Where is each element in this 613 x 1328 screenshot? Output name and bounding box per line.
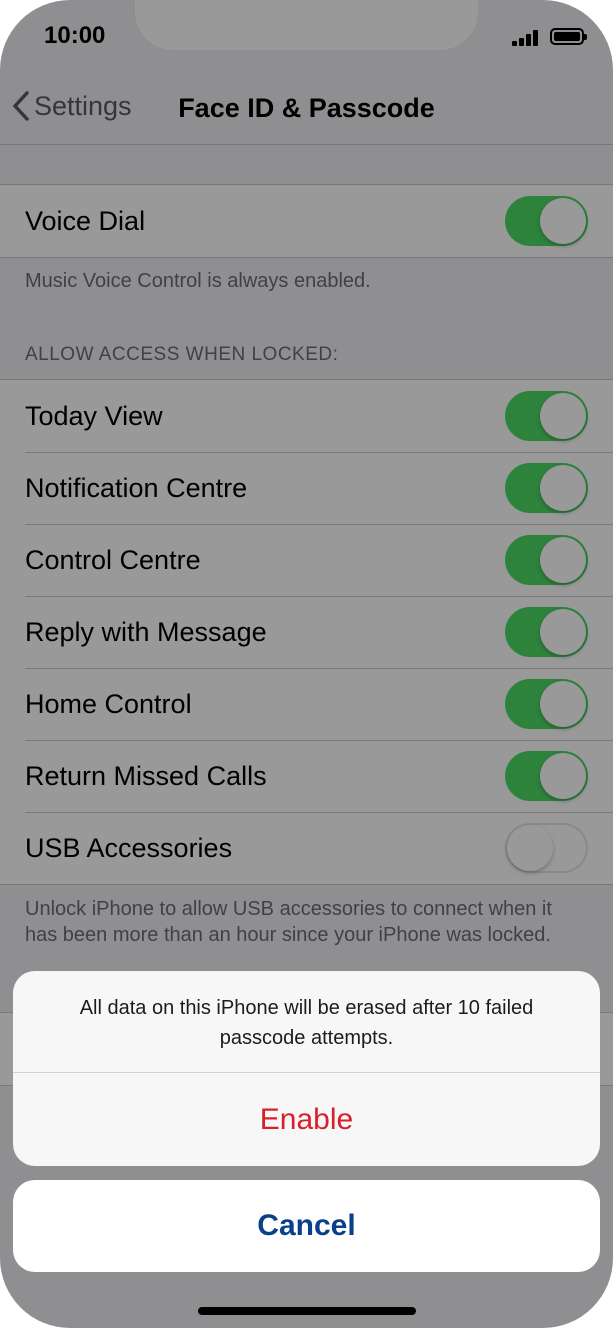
action-sheet-message: All data on this iPhone will be erased a…: [79, 997, 534, 1049]
phone-screen: 10:00 Settings Face ID & Passcode Voice …: [0, 0, 613, 1328]
action-sheet: All data on this iPhone will be erased a…: [13, 971, 600, 1166]
home-indicator[interactable]: [198, 1307, 416, 1315]
enable-button[interactable]: Enable: [13, 1073, 600, 1166]
cancel-button[interactable]: Cancel: [13, 1180, 600, 1272]
